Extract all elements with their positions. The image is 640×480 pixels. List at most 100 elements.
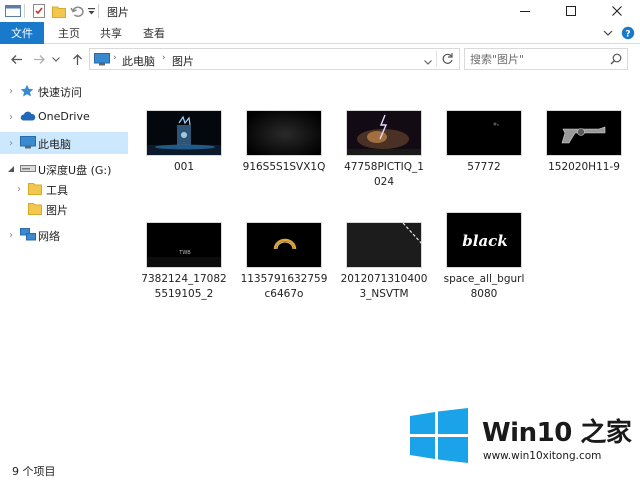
breadcrumb-pictures[interactable]: 图片 xyxy=(172,53,194,69)
nav-item-label: 图片 xyxy=(46,204,68,217)
address-bar[interactable]: › 此电脑 › 图片 xyxy=(89,48,460,70)
folder-icon xyxy=(28,182,44,196)
file-name: 47758PICTIQ_1 024 xyxy=(344,161,424,188)
nav-item-quick-access[interactable]: › 快速访问 xyxy=(0,80,128,102)
nav-item-network[interactable]: › 网络 xyxy=(0,224,128,246)
breadcrumb-this-pc[interactable]: 此电脑 xyxy=(122,53,155,69)
maximize-icon xyxy=(566,6,576,16)
nav-item-usb-drive[interactable]: U深度U盘 (G:) xyxy=(0,158,128,180)
ribbon: 文件 主页 共享 查看 ? xyxy=(0,22,640,44)
file-item[interactable]: 916S5S1SVX1Q xyxy=(238,110,325,220)
tab-share[interactable]: 共享 xyxy=(100,22,122,44)
close-button[interactable] xyxy=(594,0,640,22)
image-thumbnail: black xyxy=(446,212,522,268)
nav-item-label: 此电脑 xyxy=(38,138,71,151)
image-thumbnail: TWB xyxy=(146,222,222,268)
file-name: space_all_bgurl 8080 xyxy=(443,273,525,300)
new-folder-icon[interactable] xyxy=(50,3,68,19)
image-thumbnail xyxy=(246,110,322,156)
file-item[interactable]: 2012071310400 3_NSVTM xyxy=(338,222,427,332)
file-item[interactable]: 152020H11-9 xyxy=(538,110,624,220)
file-item[interactable]: 001 xyxy=(138,110,224,220)
chevron-right-icon[interactable]: › xyxy=(6,111,16,123)
search-box[interactable] xyxy=(464,48,628,70)
forward-button[interactable] xyxy=(30,50,48,68)
nav-item-label: 工具 xyxy=(46,184,68,197)
tab-home[interactable]: 主页 xyxy=(58,22,80,44)
file-name: 916S5S1SVX1Q xyxy=(242,161,326,173)
divider xyxy=(436,51,437,67)
maximize-button[interactable] xyxy=(548,0,594,22)
file-name: 2012071310400 3_NSVTM xyxy=(340,273,428,300)
window-icon[interactable] xyxy=(4,3,22,19)
file-item[interactable]: black space_all_bgurl 8080 xyxy=(438,212,524,322)
minimize-icon xyxy=(520,11,530,12)
svg-text:TWB: TWB xyxy=(178,250,191,256)
chevron-down-icon xyxy=(424,60,432,65)
navigation-pane: › 快速访问 › OneDrive › 此电脑 U深度U盘 (G:) › 工具 … xyxy=(0,74,130,460)
computer-icon xyxy=(20,136,36,150)
back-button[interactable] xyxy=(7,50,25,68)
watermark: Win10 之家 www.win10xitong.com xyxy=(408,406,640,470)
file-item[interactable]: TWB 7382124_17082 5519105_2 xyxy=(138,222,227,332)
chevron-down-icon xyxy=(603,30,613,36)
chevron-right-icon[interactable]: › xyxy=(14,183,24,195)
file-view: 001 916S5S1SVX1Q 47758PICTIQ_1 024 57772… xyxy=(130,74,640,460)
properties-icon[interactable] xyxy=(30,3,48,19)
file-item[interactable]: 1135791632759 c6467o xyxy=(238,222,327,332)
watermark-url: www.win10xitong.com xyxy=(483,450,602,462)
file-name: 001 xyxy=(173,161,195,173)
help-button[interactable]: ? xyxy=(620,25,636,41)
svg-text:black: black xyxy=(462,232,507,250)
divider xyxy=(24,4,25,18)
minimize-button[interactable] xyxy=(502,0,548,22)
nav-item-pictures-folder[interactable]: 图片 xyxy=(0,198,128,220)
nav-item-tools-folder[interactable]: › 工具 xyxy=(0,178,128,200)
file-item[interactable]: 47758PICTIQ_1 024 xyxy=(338,110,424,220)
image-thumbnail xyxy=(146,110,222,156)
image-thumbnail xyxy=(346,222,422,268)
nav-item-onedrive[interactable]: › OneDrive xyxy=(0,106,128,128)
breadcrumb-separator[interactable]: › xyxy=(162,53,166,63)
image-thumbnail xyxy=(446,110,522,156)
title-divider xyxy=(98,4,99,18)
computer-icon xyxy=(94,53,110,69)
image-thumbnail xyxy=(346,110,422,156)
file-name: 152020H11-9 xyxy=(548,161,620,173)
svg-text:?: ? xyxy=(625,30,630,40)
recent-locations-button[interactable] xyxy=(50,50,62,68)
undo-icon[interactable] xyxy=(68,3,86,19)
breadcrumb-separator[interactable]: › xyxy=(113,53,117,63)
image-thumbnail xyxy=(546,110,622,156)
chevron-right-icon[interactable]: › xyxy=(6,229,16,241)
file-name: 57772 xyxy=(467,161,501,173)
help-icon: ? xyxy=(621,26,635,40)
chevron-right-icon[interactable]: › xyxy=(6,137,16,149)
window-title: 图片 xyxy=(107,6,129,19)
up-button[interactable] xyxy=(68,50,86,68)
chevron-down-icon[interactable] xyxy=(6,163,16,175)
tab-view[interactable]: 查看 xyxy=(143,22,165,44)
address-dropdown-button[interactable] xyxy=(424,55,432,68)
customize-quick-access-icon[interactable] xyxy=(85,3,97,19)
chevron-down-icon xyxy=(52,56,60,62)
file-item[interactable]: 57772 xyxy=(438,110,524,220)
refresh-icon xyxy=(442,53,453,64)
chevron-right-icon[interactable]: › xyxy=(6,85,16,97)
nav-item-label: 网络 xyxy=(38,230,60,243)
title-bar: 图片 xyxy=(0,0,640,22)
nav-item-label: U深度U盘 (G:) xyxy=(38,164,112,177)
file-name: 1135791632759 c6467o xyxy=(240,273,328,300)
tab-file[interactable]: 文件 xyxy=(0,22,44,44)
folder-icon xyxy=(28,202,44,216)
expand-ribbon-button[interactable] xyxy=(600,25,616,41)
arrow-right-icon xyxy=(33,54,45,64)
refresh-button[interactable] xyxy=(441,52,454,68)
nav-item-label: OneDrive xyxy=(38,110,90,123)
watermark-brand: Win10 之家 xyxy=(482,418,632,448)
usb-drive-icon xyxy=(20,162,36,176)
nav-item-this-pc[interactable]: › 此电脑 xyxy=(0,132,128,154)
search-input[interactable] xyxy=(470,52,602,66)
cloud-icon xyxy=(20,110,36,124)
search-icon[interactable] xyxy=(610,53,622,68)
